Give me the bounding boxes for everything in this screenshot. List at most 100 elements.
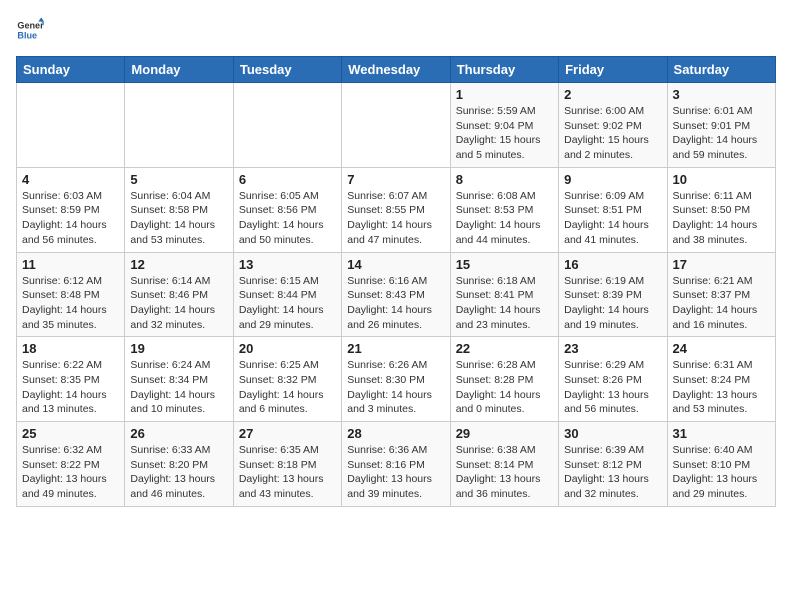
- day-info: Sunrise: 5:59 AM Sunset: 9:04 PM Dayligh…: [456, 104, 553, 163]
- day-info: Sunrise: 6:22 AM Sunset: 8:35 PM Dayligh…: [22, 358, 119, 417]
- day-number: 11: [22, 257, 119, 272]
- calendar-cell: 12 Sunrise: 6:14 AM Sunset: 8:46 PM Dayli…: [125, 252, 233, 337]
- day-number: 24: [673, 341, 770, 356]
- logo-icon: General Blue: [16, 16, 44, 44]
- calendar-cell: 19Sunrise: 6:24 AM Sunset: 8:34 PM Dayli…: [125, 337, 233, 422]
- col-header-wednesday: Wednesday: [342, 57, 450, 83]
- calendar-table: SundayMondayTuesdayWednesdayThursdayFrid…: [16, 56, 776, 507]
- calendar-cell: 23 Sunrise: 6:29 AM Sunset: 8:26 PM Dayli…: [559, 337, 667, 422]
- calendar-cell: [17, 83, 125, 168]
- day-number: 29: [456, 426, 553, 441]
- day-info: Sunrise: 6:39 AM Sunset: 8:12 PM Dayligh…: [564, 443, 661, 502]
- day-info: Sunrise: 6:38 AM Sunset: 8:14 PM Dayligh…: [456, 443, 553, 502]
- day-info: Sunrise: 6:12 AM Sunset: 8:48 PM Dayligh…: [22, 274, 119, 333]
- day-number: 17: [673, 257, 770, 272]
- calendar-cell: 29 Sunrise: 6:38 AM Sunset: 8:14 PM Dayli…: [450, 422, 558, 507]
- day-number: 6: [239, 172, 336, 187]
- day-number: 18: [22, 341, 119, 356]
- day-info: Sunrise: 6:28 AM Sunset: 8:28 PM Dayligh…: [456, 358, 553, 417]
- day-number: 8: [456, 172, 553, 187]
- calendar-cell: 5 Sunrise: 6:04 AM Sunset: 8:58 PM Daylig…: [125, 167, 233, 252]
- day-info: Sunrise: 6:08 AM Sunset: 8:53 PM Dayligh…: [456, 189, 553, 248]
- day-number: 30: [564, 426, 661, 441]
- day-info: Sunrise: 6:29 AM Sunset: 8:26 PM Dayligh…: [564, 358, 661, 417]
- calendar-cell: 30 Sunrise: 6:39 AM Sunset: 8:12 PM Dayli…: [559, 422, 667, 507]
- day-number: 4: [22, 172, 119, 187]
- day-number: 26: [130, 426, 227, 441]
- day-number: 23: [564, 341, 661, 356]
- calendar-cell: 13Sunrise: 6:15 AM Sunset: 8:44 PM Dayli…: [233, 252, 341, 337]
- calendar-cell: 15 Sunrise: 6:18 AM Sunset: 8:41 PM Dayli…: [450, 252, 558, 337]
- calendar-cell: 21 Sunrise: 6:26 AM Sunset: 8:30 PM Dayli…: [342, 337, 450, 422]
- calendar-cell: 26 Sunrise: 6:33 AM Sunset: 8:20 PM Dayli…: [125, 422, 233, 507]
- day-info: Sunrise: 6:03 AM Sunset: 8:59 PM Dayligh…: [22, 189, 119, 248]
- day-number: 10: [673, 172, 770, 187]
- calendar-week-row: 11 Sunrise: 6:12 AM Sunset: 8:48 PM Dayli…: [17, 252, 776, 337]
- calendar-cell: 27 Sunrise: 6:35 AM Sunset: 8:18 PM Dayli…: [233, 422, 341, 507]
- col-header-thursday: Thursday: [450, 57, 558, 83]
- page-header: General Blue: [16, 16, 776, 44]
- day-info: Sunrise: 6:32 AM Sunset: 8:22 PM Dayligh…: [22, 443, 119, 502]
- day-number: 16: [564, 257, 661, 272]
- calendar-cell: 28 Sunrise: 6:36 AM Sunset: 8:16 PM Dayli…: [342, 422, 450, 507]
- calendar-cell: 10 Sunrise: 6:11 AM Sunset: 8:50 PM Dayli…: [667, 167, 775, 252]
- day-info: Sunrise: 6:01 AM Sunset: 9:01 PM Dayligh…: [673, 104, 770, 163]
- day-number: 27: [239, 426, 336, 441]
- calendar-cell: [342, 83, 450, 168]
- col-header-monday: Monday: [125, 57, 233, 83]
- day-number: 5: [130, 172, 227, 187]
- day-info: Sunrise: 6:21 AM Sunset: 8:37 PM Dayligh…: [673, 274, 770, 333]
- calendar-week-row: 1 Sunrise: 5:59 AM Sunset: 9:04 PM Daylig…: [17, 83, 776, 168]
- calendar-cell: 7Sunrise: 6:07 AM Sunset: 8:55 PM Daylig…: [342, 167, 450, 252]
- calendar-cell: [233, 83, 341, 168]
- calendar-cell: 22 Sunrise: 6:28 AM Sunset: 8:28 PM Dayli…: [450, 337, 558, 422]
- day-info: Sunrise: 6:40 AM Sunset: 8:10 PM Dayligh…: [673, 443, 770, 502]
- day-info: Sunrise: 6:04 AM Sunset: 8:58 PM Dayligh…: [130, 189, 227, 248]
- day-number: 22: [456, 341, 553, 356]
- day-number: 15: [456, 257, 553, 272]
- calendar-cell: 8 Sunrise: 6:08 AM Sunset: 8:53 PM Daylig…: [450, 167, 558, 252]
- calendar-cell: 24 Sunrise: 6:31 AM Sunset: 8:24 PM Dayli…: [667, 337, 775, 422]
- day-info: Sunrise: 6:15 AM Sunset: 8:44 PM Dayligh…: [239, 274, 336, 333]
- calendar-week-row: 4 Sunrise: 6:03 AM Sunset: 8:59 PM Daylig…: [17, 167, 776, 252]
- day-number: 1: [456, 87, 553, 102]
- logo: General Blue: [16, 16, 48, 44]
- day-number: 20: [239, 341, 336, 356]
- calendar-cell: 31 Sunrise: 6:40 AM Sunset: 8:10 PM Dayli…: [667, 422, 775, 507]
- day-info: Sunrise: 6:36 AM Sunset: 8:16 PM Dayligh…: [347, 443, 444, 502]
- svg-text:General: General: [17, 21, 44, 31]
- calendar-cell: 11 Sunrise: 6:12 AM Sunset: 8:48 PM Dayli…: [17, 252, 125, 337]
- day-number: 21: [347, 341, 444, 356]
- day-info: Sunrise: 6:25 AM Sunset: 8:32 PM Dayligh…: [239, 358, 336, 417]
- day-info: Sunrise: 6:14 AM Sunset: 8:46 PM Dayligh…: [130, 274, 227, 333]
- day-info: Sunrise: 6:33 AM Sunset: 8:20 PM Dayligh…: [130, 443, 227, 502]
- calendar-cell: 4 Sunrise: 6:03 AM Sunset: 8:59 PM Daylig…: [17, 167, 125, 252]
- calendar-cell: 14Sunrise: 6:16 AM Sunset: 8:43 PM Dayli…: [342, 252, 450, 337]
- day-info: Sunrise: 6:19 AM Sunset: 8:39 PM Dayligh…: [564, 274, 661, 333]
- day-info: Sunrise: 6:16 AM Sunset: 8:43 PM Dayligh…: [347, 274, 444, 333]
- calendar-cell: 3 Sunrise: 6:01 AM Sunset: 9:01 PM Daylig…: [667, 83, 775, 168]
- day-number: 3: [673, 87, 770, 102]
- day-number: 2: [564, 87, 661, 102]
- calendar-cell: 1 Sunrise: 5:59 AM Sunset: 9:04 PM Daylig…: [450, 83, 558, 168]
- day-number: 12: [130, 257, 227, 272]
- day-number: 7: [347, 172, 444, 187]
- calendar-cell: 9Sunrise: 6:09 AM Sunset: 8:51 PM Daylig…: [559, 167, 667, 252]
- calendar-cell: 6 Sunrise: 6:05 AM Sunset: 8:56 PM Daylig…: [233, 167, 341, 252]
- calendar-cell: 17 Sunrise: 6:21 AM Sunset: 8:37 PM Dayli…: [667, 252, 775, 337]
- day-info: Sunrise: 6:26 AM Sunset: 8:30 PM Dayligh…: [347, 358, 444, 417]
- day-number: 28: [347, 426, 444, 441]
- day-info: Sunrise: 6:24 AM Sunset: 8:34 PM Dayligh…: [130, 358, 227, 417]
- day-info: Sunrise: 6:00 AM Sunset: 9:02 PM Dayligh…: [564, 104, 661, 163]
- calendar-cell: [125, 83, 233, 168]
- day-number: 31: [673, 426, 770, 441]
- day-info: Sunrise: 6:35 AM Sunset: 8:18 PM Dayligh…: [239, 443, 336, 502]
- calendar-week-row: 25Sunrise: 6:32 AM Sunset: 8:22 PM Dayli…: [17, 422, 776, 507]
- col-header-saturday: Saturday: [667, 57, 775, 83]
- day-info: Sunrise: 6:18 AM Sunset: 8:41 PM Dayligh…: [456, 274, 553, 333]
- day-info: Sunrise: 6:05 AM Sunset: 8:56 PM Dayligh…: [239, 189, 336, 248]
- calendar-cell: 25Sunrise: 6:32 AM Sunset: 8:22 PM Dayli…: [17, 422, 125, 507]
- col-header-friday: Friday: [559, 57, 667, 83]
- day-info: Sunrise: 6:31 AM Sunset: 8:24 PM Dayligh…: [673, 358, 770, 417]
- day-info: Sunrise: 6:11 AM Sunset: 8:50 PM Dayligh…: [673, 189, 770, 248]
